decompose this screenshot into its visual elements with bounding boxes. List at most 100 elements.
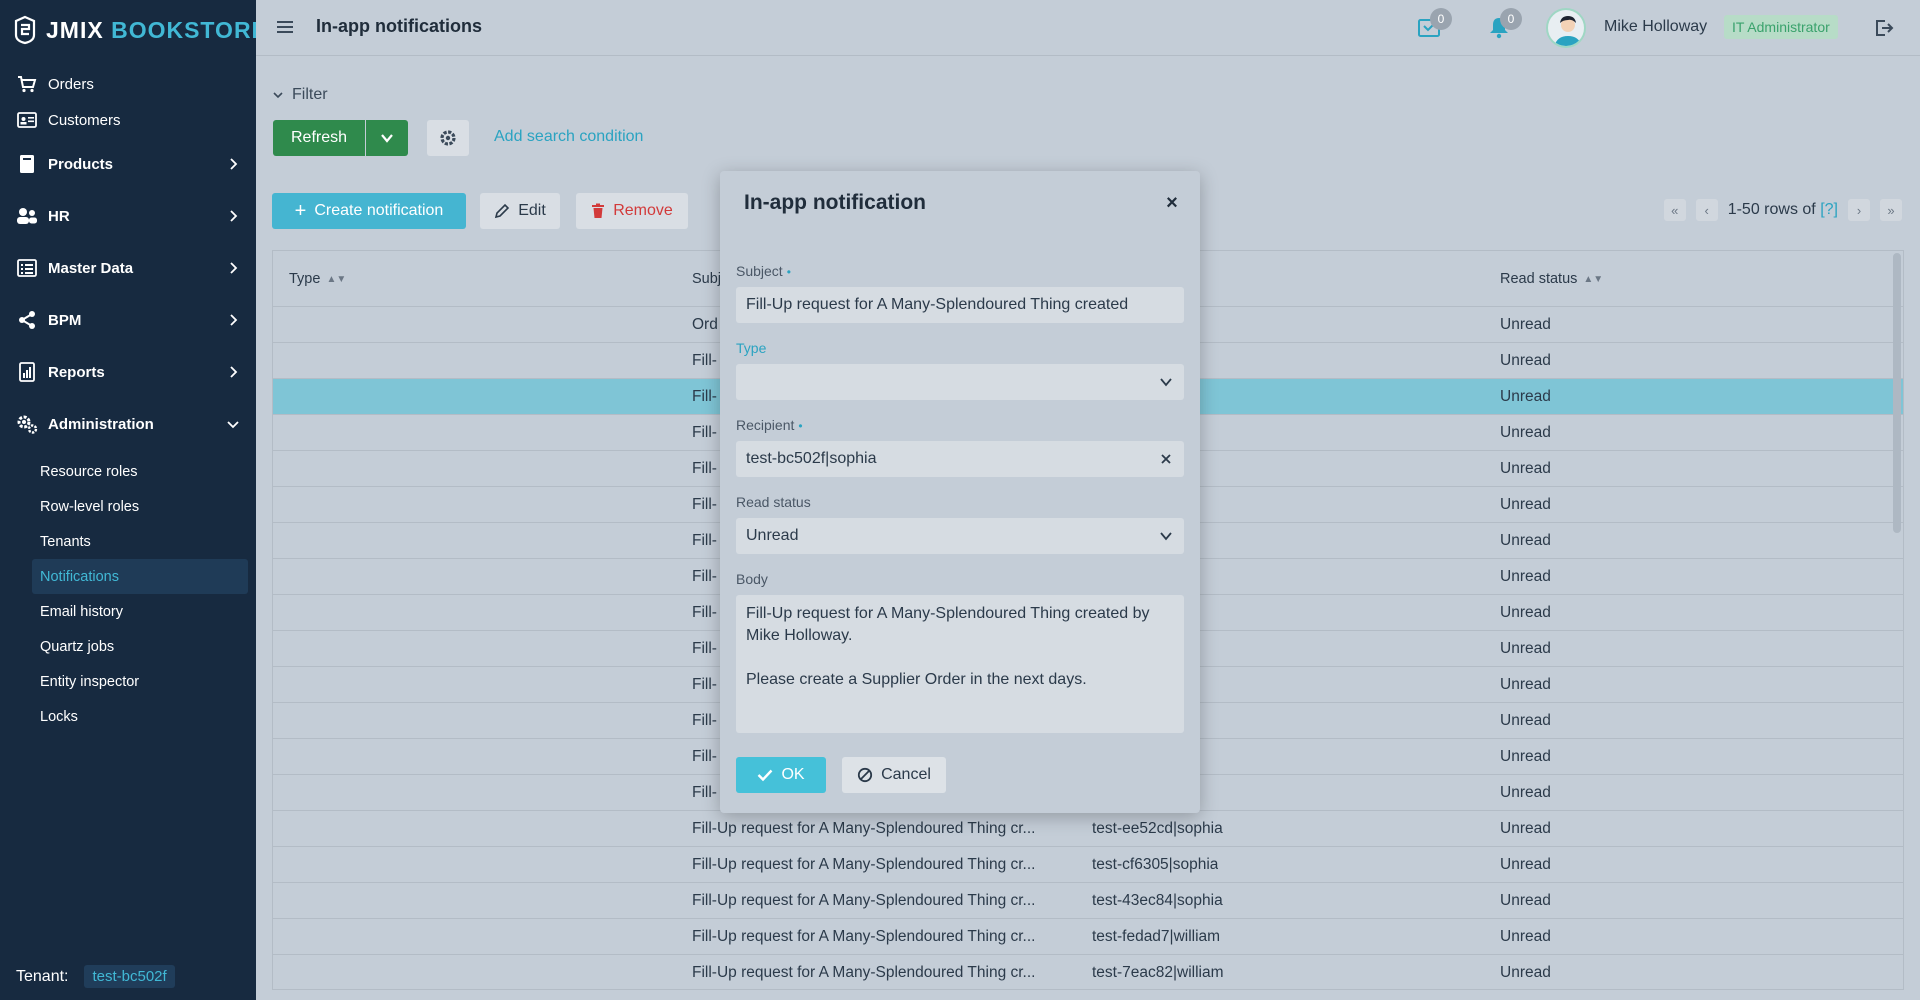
add-search-condition-link[interactable]: Add search condition <box>494 128 643 146</box>
create-label: Create notification <box>314 202 444 219</box>
logo-text: JMIX BOOKSTORE <box>46 17 268 44</box>
ok-button[interactable]: OK <box>736 757 826 793</box>
admin-submenu: Resource roles Row-level roles Tenants N… <box>0 454 256 734</box>
cell-subject: Fill- <box>692 712 717 729</box>
sidebar-item-email-history[interactable]: Email history <box>32 594 248 629</box>
sidebar-item-products[interactable]: Products <box>0 138 256 190</box>
body-textarea[interactable]: Fill-Up request for A Many-Splendoured T… <box>736 595 1184 733</box>
logout-icon[interactable] <box>1874 18 1894 38</box>
chevron-down-icon <box>227 421 239 429</box>
tenant-indicator: Tenant: test-bc502f <box>16 965 175 988</box>
cell-subject: Fill- <box>692 604 717 621</box>
type-select[interactable] <box>736 364 1184 400</box>
prev-page-button[interactable]: ‹ <box>1695 199 1718 221</box>
cell-read-status: Unread <box>1500 316 1551 333</box>
filter-settings-button[interactable] <box>427 120 469 156</box>
user-name[interactable]: Mike Holloway <box>1604 18 1707 36</box>
sidebar-item-notifications[interactable]: Notifications <box>32 559 248 594</box>
chevron-right-icon <box>230 210 238 222</box>
sidebar-item-entity-inspector[interactable]: Entity inspector <box>32 664 248 699</box>
cell-read-status: Unread <box>1500 496 1551 513</box>
cancel-button[interactable]: Cancel <box>842 757 946 793</box>
hamburger-icon[interactable] <box>276 18 294 36</box>
tenant-label: Tenant: <box>16 967 69 985</box>
vertical-scrollbar[interactable] <box>1893 253 1901 533</box>
cell-recipient: test-7eac82|william <box>1092 964 1224 981</box>
logo-prefix: JMIX <box>46 16 104 43</box>
sidebar-item-tenants[interactable]: Tenants <box>32 524 248 559</box>
last-page-button[interactable]: » <box>1880 199 1902 221</box>
cell-recipient: test-fedad7|william <box>1092 928 1221 945</box>
role-badge: IT Administrator <box>1724 15 1838 39</box>
filter-label: Filter <box>292 86 328 103</box>
edit-button[interactable]: Edit <box>480 193 560 229</box>
close-icon[interactable]: × <box>1162 192 1182 214</box>
recipient-field[interactable]: test-bc502f|sophia <box>736 441 1184 477</box>
recipient-value: test-bc502f|sophia <box>746 450 877 467</box>
ok-label: OK <box>781 766 805 783</box>
id-card-icon <box>16 109 38 131</box>
sidebar-item-quartz-jobs[interactable]: Quartz jobs <box>32 629 248 664</box>
create-notification-button[interactable]: + Create notification <box>272 193 466 229</box>
table-row[interactable]: Fill-Up request for A Many-Splendoured T… <box>273 847 1903 883</box>
bell-count-badge: 0 <box>1500 8 1522 30</box>
filter-toggle[interactable]: Filter <box>272 86 328 104</box>
read-status-value: Unread <box>746 527 799 544</box>
sidebar-item-orders[interactable]: Orders <box>0 66 256 102</box>
cell-subject: Fill- <box>692 352 717 369</box>
refresh-button[interactable]: Refresh <box>273 120 365 156</box>
cell-recipient: test-cf6305|sophia <box>1092 856 1219 873</box>
cell-subject: Fill- <box>692 748 717 765</box>
pager-text: 1-50 rows of [?] <box>1728 201 1838 219</box>
avatar[interactable] <box>1546 8 1586 48</box>
cell-read-status: Unread <box>1500 676 1551 693</box>
cell-read-status: Unread <box>1500 352 1551 369</box>
sidebar-item-resource-roles[interactable]: Resource roles <box>32 454 248 489</box>
required-indicator: • <box>786 265 791 279</box>
sidebar-item-row-level-roles[interactable]: Row-level roles <box>32 489 248 524</box>
read-status-label: Read status <box>736 494 811 510</box>
sidebar-item-reports[interactable]: Reports <box>0 346 256 398</box>
column-header-read-status[interactable]: Read status ▲▼ <box>1500 271 1603 287</box>
remove-button[interactable]: Remove <box>576 193 688 229</box>
cell-subject: Fill- <box>692 676 717 693</box>
sidebar-item-customers[interactable]: Customers <box>0 102 256 138</box>
pager-total[interactable]: [?] <box>1820 201 1838 218</box>
cell-read-status: Unread <box>1500 388 1551 405</box>
column-header-subject[interactable]: Subj <box>692 271 721 287</box>
inbox-button[interactable]: 0 <box>1416 8 1452 42</box>
read-status-select[interactable]: Unread <box>736 518 1184 554</box>
chevron-down-icon <box>381 134 393 143</box>
gear-icon <box>440 130 456 146</box>
sidebar-item-master-data[interactable]: Master Data <box>0 242 256 294</box>
first-page-button[interactable]: « <box>1663 199 1686 221</box>
remove-label: Remove <box>613 202 673 219</box>
sidebar-item-bpm[interactable]: BPM <box>0 294 256 346</box>
column-header-type[interactable]: Type ▲▼ <box>289 271 346 287</box>
chevron-right-icon <box>230 314 238 326</box>
sidebar: JMIX BOOKSTORE Orders Customers Products <box>0 0 267 1000</box>
cell-subject: Fill- <box>692 532 717 549</box>
top-header: In-app notifications 0 0 Mike Holloway I… <box>256 0 1920 56</box>
table-row[interactable]: Fill-Up request for A Many-Splendoured T… <box>273 811 1903 847</box>
sidebar-item-locks[interactable]: Locks <box>32 699 248 734</box>
clear-icon[interactable] <box>1158 451 1174 467</box>
chevron-down-icon <box>1158 374 1174 390</box>
sidebar-item-label: Orders <box>48 75 94 93</box>
table-row[interactable]: Fill-Up request for A Many-Splendoured T… <box>273 883 1903 919</box>
cell-subject: Fill- <box>692 640 717 657</box>
notifications-button[interactable]: 0 <box>1486 8 1522 42</box>
table-row[interactable]: Fill-Up request for A Many-Splendoured T… <box>273 919 1903 955</box>
sidebar-item-administration[interactable]: Administration <box>0 398 256 450</box>
sidebar-item-hr[interactable]: HR <box>0 190 256 242</box>
logo-icon <box>14 15 36 45</box>
subject-field[interactable]: Fill-Up request for A Many-Splendoured T… <box>736 287 1184 323</box>
next-page-button[interactable]: › <box>1848 199 1870 221</box>
chevron-right-icon <box>230 262 238 274</box>
refresh-options-button[interactable] <box>366 120 408 156</box>
pager-range: 1-50 rows of <box>1727 201 1816 218</box>
pagination: « ‹ 1-50 rows of [?] › » <box>1663 199 1902 221</box>
table-row[interactable]: Fill-Up request for A Many-Splendoured T… <box>273 955 1903 989</box>
cell-read-status: Unread <box>1500 856 1551 873</box>
app-logo[interactable]: JMIX BOOKSTORE <box>14 14 268 46</box>
